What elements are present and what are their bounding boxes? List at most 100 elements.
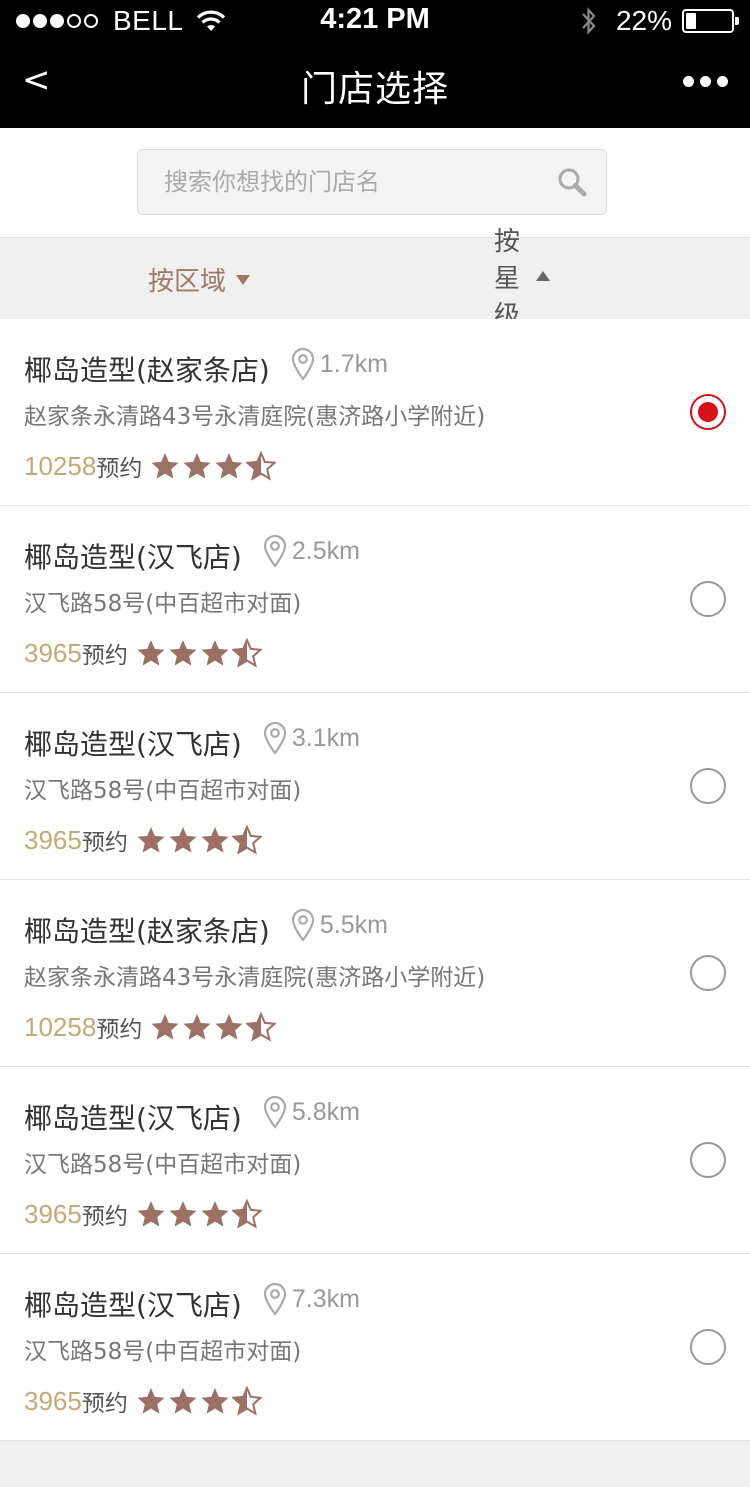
filter-bar: 按区域 按星级 bbox=[0, 227, 750, 331]
store-select-radio[interactable] bbox=[690, 1142, 726, 1178]
star-full-icon bbox=[169, 827, 197, 853]
star-full-icon bbox=[169, 640, 197, 666]
distance-value: 2.5km bbox=[291, 536, 360, 565]
search-icon[interactable] bbox=[556, 166, 588, 198]
store-distance: 5.8km bbox=[262, 1095, 360, 1129]
booking-count: 3965 bbox=[24, 1385, 82, 1416]
filter-region-label: 按区域 bbox=[148, 267, 227, 297]
store-list-item[interactable]: 椰岛造型(汉飞店) 5.8km 汉飞路58号(中百超市对面) 3965 预约 bbox=[0, 1067, 750, 1254]
store-list-item[interactable]: 椰岛造型(汉飞店) 7.3km 汉飞路58号(中百超市对面) 3965 预约 bbox=[0, 1254, 750, 1441]
store-stats: 10258 预约 bbox=[24, 1010, 278, 1044]
nav-bar: < 门店选择 bbox=[0, 40, 750, 128]
store-name: 椰岛造型(汉飞店) bbox=[24, 541, 242, 574]
booking-count: 10258 bbox=[24, 450, 97, 481]
star-rating bbox=[136, 638, 264, 668]
store-name: 椰岛造型(赵家条店) bbox=[24, 354, 270, 387]
star-half-icon bbox=[231, 1199, 262, 1229]
store-select-radio[interactable] bbox=[690, 581, 726, 617]
star-rating bbox=[136, 1386, 264, 1416]
star-full-icon bbox=[137, 827, 165, 853]
store-address: 赵家条永清路43号永清庭院(惠济路小学附近) bbox=[24, 404, 486, 430]
store-distance: 1.7km bbox=[290, 347, 388, 381]
star-full-icon bbox=[201, 827, 229, 853]
store-list-item[interactable]: 椰岛造型(赵家条店) 5.5km 赵家条永清路43号永清庭院(惠济路小学附近) … bbox=[0, 880, 750, 1067]
store-address: 汉飞路58号(中百超市对面) bbox=[24, 591, 302, 617]
store-stats: 3965 预约 bbox=[24, 823, 264, 857]
search-section bbox=[0, 128, 750, 238]
store-stats: 3965 预约 bbox=[24, 636, 264, 670]
store-address: 汉飞路58号(中百超市对面) bbox=[24, 1152, 302, 1178]
store-select-radio[interactable] bbox=[690, 1329, 726, 1365]
store-select-radio[interactable] bbox=[690, 394, 726, 430]
filter-by-star[interactable]: 按星级 bbox=[494, 227, 551, 331]
star-half-icon bbox=[246, 451, 277, 481]
location-pin-icon bbox=[263, 1095, 286, 1129]
store-name: 椰岛造型(赵家条店) bbox=[24, 915, 270, 948]
filter-by-region[interactable]: 按区域 bbox=[148, 261, 251, 298]
search-input[interactable] bbox=[164, 150, 544, 214]
star-full-icon bbox=[151, 453, 179, 479]
store-name: 椰岛造型(汉飞店) bbox=[24, 728, 242, 761]
store-distance: 7.3km bbox=[262, 1282, 360, 1316]
star-half-icon bbox=[231, 638, 262, 668]
location-pin-icon bbox=[263, 534, 286, 568]
star-full-icon bbox=[169, 1388, 197, 1414]
search-box[interactable] bbox=[137, 149, 607, 215]
location-pin-icon bbox=[291, 908, 314, 942]
star-rating bbox=[136, 1199, 264, 1229]
booking-count: 3965 bbox=[24, 637, 82, 668]
distance-value: 5.5km bbox=[319, 910, 388, 939]
star-half-icon bbox=[231, 825, 262, 855]
booking-count-label: 预约 bbox=[96, 456, 143, 482]
booking-count-label: 预约 bbox=[96, 1017, 143, 1043]
battery-percent: 22% bbox=[615, 5, 672, 36]
star-full-icon bbox=[201, 1388, 229, 1414]
star-rating bbox=[150, 1012, 278, 1042]
booking-count-label: 预约 bbox=[81, 1204, 128, 1230]
star-rating bbox=[136, 825, 264, 855]
star-full-icon bbox=[183, 1014, 211, 1040]
star-full-icon bbox=[201, 640, 229, 666]
store-select-radio[interactable] bbox=[690, 768, 726, 804]
star-full-icon bbox=[183, 453, 211, 479]
caret-up-icon bbox=[536, 271, 551, 281]
star-full-icon bbox=[215, 1014, 243, 1040]
star-full-icon bbox=[151, 1014, 179, 1040]
star-half-icon bbox=[231, 1386, 262, 1416]
more-menu-icon[interactable] bbox=[677, 76, 728, 87]
store-address: 汉飞路58号(中百超市对面) bbox=[24, 1339, 302, 1365]
store-stats: 3965 预约 bbox=[24, 1197, 264, 1231]
store-list-item[interactable]: 椰岛造型(汉飞店) 2.5km 汉飞路58号(中百超市对面) 3965 预约 bbox=[0, 506, 750, 693]
status-bar: BELL 4:21 PM 22% bbox=[0, 0, 750, 40]
location-pin-icon bbox=[263, 1282, 286, 1316]
store-address: 汉飞路58号(中百超市对面) bbox=[24, 778, 302, 804]
store-name: 椰岛造型(汉飞店) bbox=[24, 1102, 242, 1135]
caret-down-icon bbox=[236, 274, 251, 285]
bluetooth-icon bbox=[582, 7, 596, 35]
page-title: 门店选择 bbox=[300, 69, 449, 110]
location-pin-icon bbox=[291, 347, 314, 381]
store-list: 椰岛造型(赵家条店) 1.7km 赵家条永清路43号永清庭院(惠济路小学附近) … bbox=[0, 319, 750, 1441]
booking-count-label: 预约 bbox=[81, 830, 128, 856]
store-name: 椰岛造型(汉飞店) bbox=[24, 1289, 242, 1322]
filter-star-label: 按星级 bbox=[494, 226, 521, 331]
star-half-icon bbox=[246, 1012, 277, 1042]
star-full-icon bbox=[137, 640, 165, 666]
store-distance: 5.5km bbox=[290, 908, 388, 942]
distance-value: 3.1km bbox=[291, 723, 360, 752]
store-stats: 10258 预约 bbox=[24, 449, 278, 483]
store-distance: 3.1km bbox=[262, 721, 360, 755]
location-pin-icon bbox=[263, 721, 286, 755]
distance-value: 5.8km bbox=[291, 1097, 360, 1126]
store-list-item[interactable]: 椰岛造型(汉飞店) 3.1km 汉飞路58号(中百超市对面) 3965 预约 bbox=[0, 693, 750, 880]
store-distance: 2.5km bbox=[262, 534, 360, 568]
store-select-radio[interactable] bbox=[690, 955, 726, 991]
star-full-icon bbox=[169, 1201, 197, 1227]
star-full-icon bbox=[137, 1388, 165, 1414]
store-list-item[interactable]: 椰岛造型(赵家条店) 1.7km 赵家条永清路43号永清庭院(惠济路小学附近) … bbox=[0, 319, 750, 506]
star-rating bbox=[150, 451, 278, 481]
distance-value: 1.7km bbox=[319, 349, 388, 378]
booking-count: 10258 bbox=[24, 1011, 97, 1042]
distance-value: 7.3km bbox=[291, 1284, 360, 1313]
booking-count: 3965 bbox=[24, 1198, 82, 1229]
